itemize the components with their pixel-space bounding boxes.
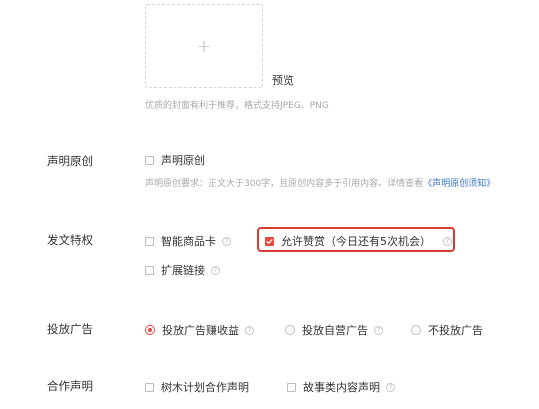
cover-hint: 优质的封面有利于推荐，格式支持JPEG、PNG	[145, 101, 329, 111]
story-content-label: 故事类内容声明	[303, 381, 380, 394]
radio-icon[interactable]	[285, 325, 295, 335]
original-hint-text: 声明原创要求：正文大于300字，且原创内容多于引用内容。详情查看	[145, 179, 424, 189]
cover-upload-box[interactable]: +	[145, 4, 263, 88]
help-icon[interactable]: ?	[374, 325, 383, 335]
help-icon[interactable]: ?	[386, 382, 395, 392]
cooperation-section-label: 合作声明	[47, 379, 93, 393]
original-checkbox-label: 声明原创	[161, 154, 205, 167]
ads-section-label: 投放广告	[47, 322, 93, 336]
extend-link-option[interactable]: 扩展链接 ?	[145, 262, 220, 278]
original-rules-link[interactable]: 《声明原创须知》	[423, 179, 495, 189]
original-hint: 声明原创要求：正文大于300字，且原创内容多于引用内容。详情查看《声明原创须知》	[145, 176, 495, 189]
checkbox-icon[interactable]	[145, 236, 154, 246]
preview-link[interactable]: 预览	[272, 72, 294, 88]
ads-option-self[interactable]: 投放自营广告 ?	[285, 322, 383, 338]
original-section-label: 声明原创	[47, 154, 93, 168]
tree-plan-label: 树木计划合作声明	[161, 381, 249, 394]
original-checkbox[interactable]: 声明原创	[145, 152, 205, 168]
extend-link-label: 扩展链接	[161, 264, 205, 277]
smart-product-card-option[interactable]: 智能商品卡 ?	[145, 233, 231, 249]
story-content-option[interactable]: 故事类内容声明 ?	[287, 379, 395, 395]
checkbox-icon[interactable]	[287, 382, 296, 392]
features-section-label: 发文特权	[47, 233, 93, 247]
radio-selected-icon[interactable]	[145, 325, 155, 335]
checkbox-icon[interactable]	[145, 155, 154, 165]
radio-icon[interactable]	[411, 325, 421, 335]
help-icon[interactable]: ?	[245, 325, 254, 335]
allow-reward-label: 允许赞赏（今日还有5次机会）	[281, 235, 431, 248]
checkbox-checked-icon[interactable]	[265, 236, 274, 246]
help-icon[interactable]: ?	[222, 236, 231, 246]
checkbox-icon[interactable]	[145, 382, 154, 392]
help-icon[interactable]: ?	[443, 236, 452, 246]
smart-product-card-label: 智能商品卡	[161, 235, 216, 248]
checkbox-icon[interactable]	[145, 265, 154, 275]
allow-reward-option[interactable]: 允许赞赏（今日还有5次机会） ?	[265, 233, 452, 249]
add-icon: +	[196, 35, 212, 57]
ads-option-none-label: 不投放广告	[428, 324, 483, 337]
help-icon[interactable]: ?	[211, 265, 220, 275]
ads-option-earn[interactable]: 投放广告赚收益 ?	[145, 322, 254, 338]
ads-option-none[interactable]: 不投放广告	[411, 322, 483, 338]
ads-option-self-label: 投放自营广告	[302, 324, 368, 337]
tree-plan-option[interactable]: 树木计划合作声明	[145, 379, 249, 395]
ads-option-earn-label: 投放广告赚收益	[162, 324, 239, 337]
